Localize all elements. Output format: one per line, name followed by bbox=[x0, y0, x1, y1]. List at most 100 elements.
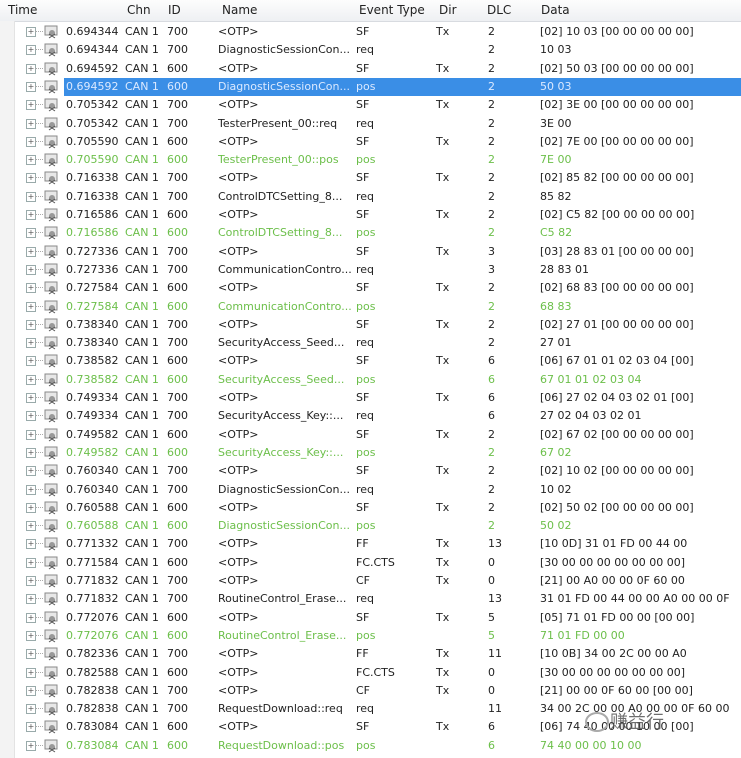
expand-icon[interactable]: + bbox=[26, 210, 36, 220]
expand-icon[interactable]: + bbox=[26, 429, 36, 440]
cell-dlc: 2 bbox=[488, 79, 495, 93]
expand-icon[interactable]: + bbox=[26, 649, 36, 660]
cell-name: CommunicationContro... bbox=[218, 262, 352, 276]
cell-name: <OTP> bbox=[218, 647, 259, 661]
table-row[interactable]: +0.760340 CAN 1 700 <OTP> SF Tx 2 [02] 10 02 [0… bbox=[14, 462, 741, 480]
expand-icon[interactable]: + bbox=[26, 283, 36, 294]
table-row[interactable]: +0.716586 CAN 1 600 <OTP> SF Tx 2 [02] C5 82 [0… bbox=[14, 206, 741, 224]
expand-icon[interactable]: + bbox=[26, 301, 36, 312]
expand-icon[interactable]: + bbox=[26, 191, 36, 202]
table-row[interactable]: +0.782336 CAN 1 700 <OTP> FF Tx 11 [10 0B] 34 0… bbox=[14, 645, 741, 663]
column-header-dlc[interactable]: DLC bbox=[487, 3, 511, 17]
expand-icon[interactable]: + bbox=[26, 136, 36, 147]
table-row[interactable]: +0.705342 CAN 1 700 <OTP> SF Tx 2 [02] 3E 00 [0… bbox=[14, 96, 741, 114]
table-row[interactable]: +0.783084 CAN 1 600 RequestDownload::pos pos… bbox=[14, 737, 741, 755]
column-header-dir[interactable]: Dir bbox=[439, 3, 457, 17]
expand-icon[interactable]: + bbox=[26, 685, 36, 696]
table-row[interactable]: +0.771584 CAN 1 600 <OTP> FC.CTS Tx 0 [30 00 00… bbox=[14, 554, 741, 572]
table-row[interactable]: +0.771332 CAN 1 700 <OTP> FF Tx 13 [10 0D] 31 0… bbox=[14, 535, 741, 553]
table-row[interactable]: +0.694344 CAN 1 700 DiagnosticSessionCon...… bbox=[14, 41, 741, 59]
table-row[interactable]: +0.716586 CAN 1 600 ControlDTCSetting_8... p… bbox=[14, 224, 741, 242]
expand-icon[interactable]: + bbox=[26, 704, 36, 715]
expand-icon[interactable]: + bbox=[26, 630, 36, 641]
column-header-chn[interactable]: Chn bbox=[127, 3, 151, 17]
table-row[interactable]: +0.705590 CAN 1 600 <OTP> SF Tx 2 [02] 7E 00 [0… bbox=[14, 133, 741, 151]
column-header-event-type[interactable]: Event Type bbox=[359, 3, 425, 17]
expand-icon[interactable]: + bbox=[26, 45, 36, 56]
expand-icon[interactable]: + bbox=[26, 356, 36, 367]
expand-icon[interactable]: + bbox=[26, 594, 36, 605]
table-row[interactable]: +0.738340 CAN 1 700 SecurityAccess_Seed... r… bbox=[14, 334, 741, 352]
table-row[interactable]: +0.738340 CAN 1 700 <OTP> SF Tx 2 [02] 27 01 [0… bbox=[14, 316, 741, 334]
table-row[interactable]: +0.749582 CAN 1 600 <OTP> SF Tx 2 [02] 67 02 [0… bbox=[14, 426, 741, 444]
expand-icon[interactable]: + bbox=[26, 228, 36, 239]
cell-id: 600 bbox=[167, 665, 188, 679]
table-row[interactable]: +0.782838 CAN 1 700 <OTP> CF Tx 0 [21] 00 00 0F… bbox=[14, 682, 741, 700]
table-row[interactable]: +0.716338 CAN 1 700 <OTP> SF Tx 2 [02] 85 82 [0… bbox=[14, 169, 741, 187]
expand-icon[interactable]: + bbox=[26, 466, 36, 477]
table-row[interactable]: +0.772076 CAN 1 600 <OTP> SF Tx 5 [05] 71 01 FD… bbox=[14, 609, 741, 627]
table-row[interactable]: +0.760588 CAN 1 600 DiagnosticSessionCon...… bbox=[14, 517, 741, 535]
expand-icon[interactable]: + bbox=[26, 173, 36, 184]
table-row[interactable]: +0.705342 CAN 1 700 TesterPresent_00::req re… bbox=[14, 115, 741, 133]
column-header-time[interactable]: Time bbox=[8, 3, 37, 17]
expand-icon[interactable]: + bbox=[26, 484, 36, 495]
expand-icon[interactable]: + bbox=[26, 539, 36, 550]
table-row[interactable]: +0.749334 CAN 1 700 <OTP> SF Tx 6 [06] 27 02 04… bbox=[14, 389, 741, 407]
expand-icon[interactable]: + bbox=[26, 246, 36, 257]
expand-icon[interactable]: + bbox=[26, 81, 36, 92]
expand-icon[interactable]: + bbox=[26, 447, 36, 458]
cell-chn: CAN 1 bbox=[125, 98, 159, 112]
cell-ev: SF bbox=[356, 98, 370, 112]
table-row[interactable]: +0.738582 CAN 1 600 SecurityAccess_Seed... p… bbox=[14, 371, 741, 389]
cell-time: 0.694344 bbox=[66, 43, 119, 57]
message-icon bbox=[44, 647, 58, 661]
expand-icon[interactable]: + bbox=[26, 338, 36, 349]
expand-icon[interactable]: + bbox=[26, 722, 36, 733]
table-row[interactable]: +0.771832 CAN 1 700 RoutineControl_Erase...… bbox=[14, 590, 741, 608]
column-header-name[interactable]: Name bbox=[222, 3, 257, 17]
expand-icon[interactable]: + bbox=[26, 393, 36, 403]
table-row[interactable]: +0.760588 CAN 1 600 <OTP> SF Tx 2 [02] 50 02 [0… bbox=[14, 499, 741, 517]
table-row[interactable]: +0.727584 CAN 1 600 CommunicationContro... p… bbox=[14, 298, 741, 316]
table-row[interactable]: +0.727336 CAN 1 700 <OTP> SF Tx 3 [03] 28 83 01… bbox=[14, 243, 741, 261]
expand-icon[interactable]: + bbox=[26, 557, 36, 568]
message-icon bbox=[44, 592, 58, 606]
expand-icon[interactable]: + bbox=[26, 411, 36, 422]
table-row[interactable]: +0.772076 CAN 1 600 RoutineControl_Erase...… bbox=[14, 627, 741, 645]
table-row[interactable]: +0.760340 CAN 1 700 DiagnosticSessionCon...… bbox=[14, 481, 741, 499]
table-row[interactable]: +0.749334 CAN 1 700 SecurityAccess_Key::...… bbox=[14, 407, 741, 425]
expand-icon[interactable]: + bbox=[26, 118, 36, 129]
table-row[interactable]: +0.705590 CAN 1 600 TesterPresent_00::pos po… bbox=[14, 151, 741, 169]
expand-icon[interactable]: + bbox=[26, 667, 36, 678]
expand-icon[interactable]: + bbox=[26, 155, 36, 166]
expand-icon[interactable]: + bbox=[26, 264, 36, 275]
message-icon bbox=[44, 373, 58, 387]
table-row[interactable]: +0.771832 CAN 1 700 <OTP> CF Tx 0 [21] 00 A0 00… bbox=[14, 572, 741, 590]
column-header-data[interactable]: Data bbox=[541, 3, 570, 17]
expand-icon[interactable]: + bbox=[26, 740, 36, 751]
cell-name: RequestDownload::pos bbox=[218, 738, 345, 752]
expand-icon[interactable]: + bbox=[26, 319, 36, 330]
cell-dlc: 2 bbox=[488, 281, 495, 295]
table-row[interactable]: +0.694344 CAN 1 700 <OTP> SF Tx 2 [02] 10 03 [0… bbox=[14, 23, 741, 41]
table-row[interactable]: +0.749582 CAN 1 600 SecurityAccess_Key::...… bbox=[14, 444, 741, 462]
expand-icon[interactable]: + bbox=[26, 521, 36, 532]
table-row[interactable]: +0.716338 CAN 1 700 ControlDTCSetting_8... r… bbox=[14, 188, 741, 206]
expand-icon[interactable]: + bbox=[26, 576, 36, 586]
expand-icon[interactable]: + bbox=[26, 502, 36, 513]
expand-icon[interactable]: + bbox=[26, 612, 36, 623]
table-row[interactable]: +0.727584 CAN 1 600 <OTP> SF Tx 2 [02] 68 83 [0… bbox=[14, 279, 741, 297]
expand-icon[interactable]: + bbox=[26, 27, 36, 37]
expand-icon[interactable]: + bbox=[26, 63, 36, 74]
table-row[interactable]: +0.694592 CAN 1 600 <OTP> SF Tx 2 [02] 50 03 [0… bbox=[14, 60, 741, 78]
column-header-id[interactable]: ID bbox=[168, 3, 181, 17]
table-row[interactable]: +0.694592 CAN 1 600 DiagnosticSessionCon...… bbox=[14, 77, 741, 96]
table-row[interactable]: +0.782588 CAN 1 600 <OTP> FC.CTS Tx 0 [30 00 00… bbox=[14, 664, 741, 682]
table-row[interactable]: +0.727336 CAN 1 700 CommunicationContro... r… bbox=[14, 261, 741, 279]
expand-icon[interactable]: + bbox=[26, 374, 36, 385]
cell-ev: CF bbox=[356, 683, 371, 697]
expand-icon[interactable]: + bbox=[26, 100, 36, 111]
table-row[interactable]: +0.738582 CAN 1 600 <OTP> SF Tx 6 [06] 67 01 01… bbox=[14, 352, 741, 370]
cell-chn: CAN 1 bbox=[125, 354, 159, 368]
